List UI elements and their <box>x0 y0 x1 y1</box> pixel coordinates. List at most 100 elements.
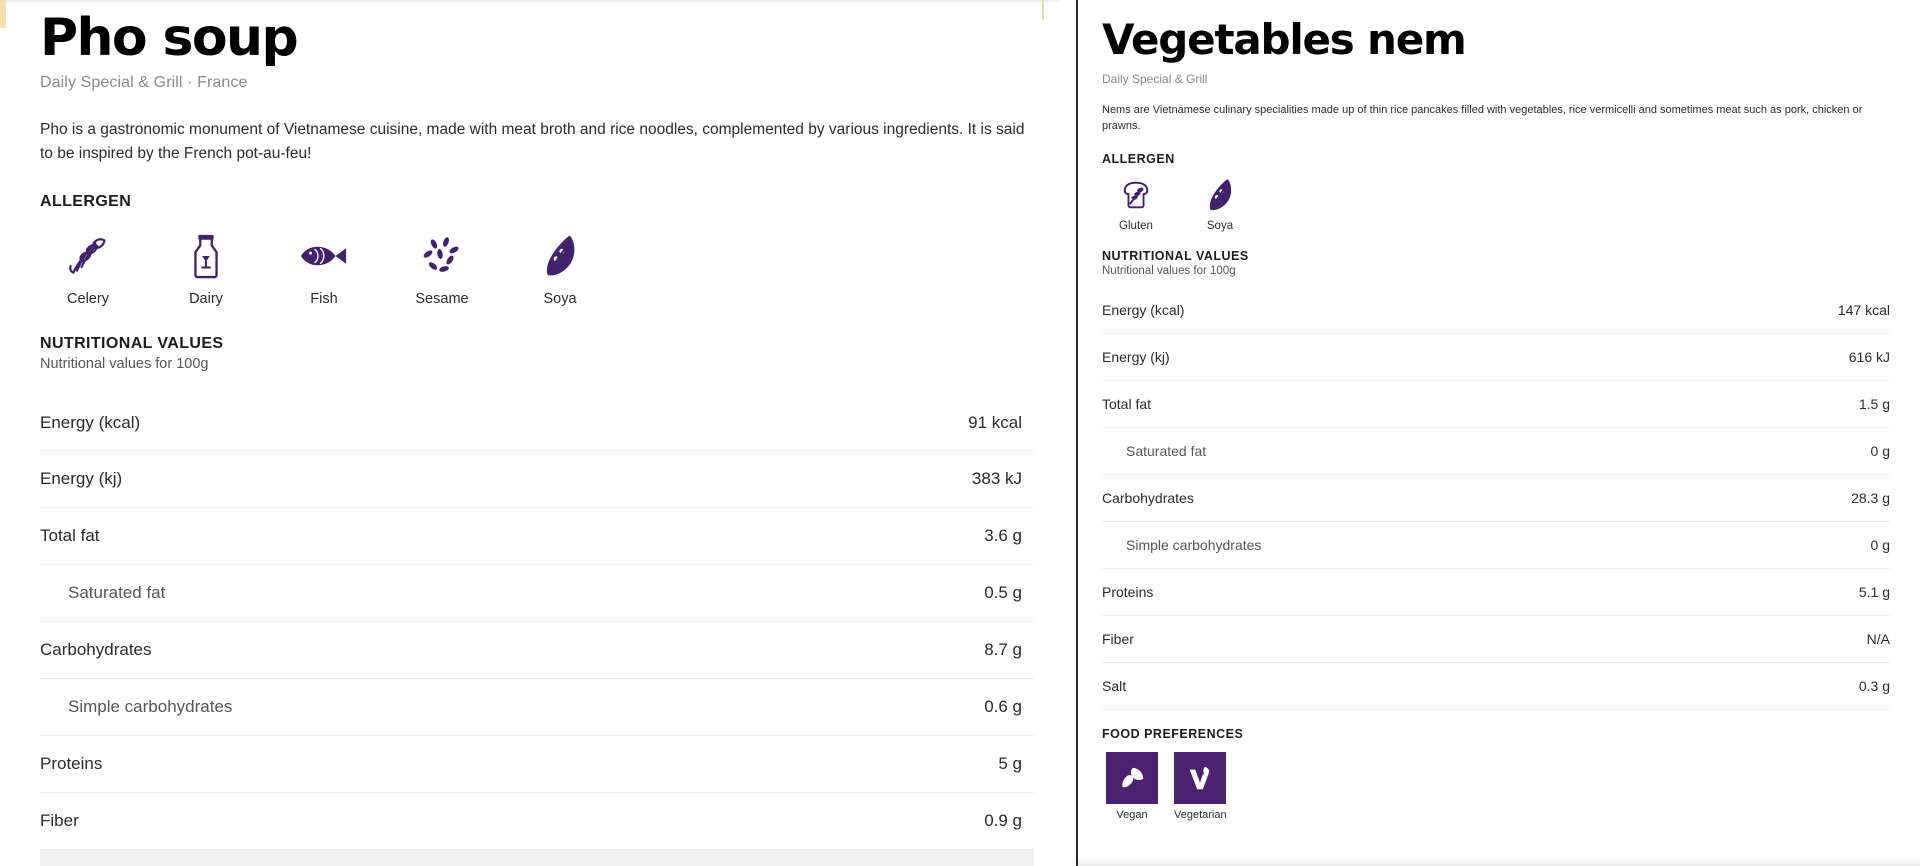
allergen-item-fish[interactable]: Fish <box>288 233 360 307</box>
allergen-label: Fish <box>310 291 338 308</box>
celery-icon <box>62 233 114 279</box>
allergen-item-dairy[interactable]: Dairy <box>170 233 242 307</box>
allergen-item-gluten[interactable]: Gluten <box>1108 176 1164 232</box>
bottom-fade <box>1078 856 1920 866</box>
dairy-bottle-icon <box>180 233 232 279</box>
table-row: Fiber N/A <box>1102 616 1890 663</box>
nutrient-label: Carbohydrates <box>1102 489 1194 506</box>
table-row: Total fat 3.6 g <box>40 508 1034 566</box>
nutrient-value: 616 kJ <box>1848 348 1890 365</box>
nutrition-heading: NUTRITIONAL VALUES <box>40 335 224 353</box>
restaurant-subtitle-secondary: Daily Special & Grill <box>1102 71 1208 86</box>
allergen-item-soya-secondary[interactable]: Soya <box>1192 176 1248 232</box>
nutrient-label: Simple carbohydrates <box>68 697 233 717</box>
nutrient-value: 0.5 g <box>984 583 1022 603</box>
nutrient-value: 0.6 g <box>984 697 1022 717</box>
table-row: Energy (kj) 383 kJ <box>40 451 1034 509</box>
allergen-list: Celery Dairy Fish Sesame Soya <box>40 233 1034 307</box>
page-title-secondary: Vegetables nem <box>1102 15 1467 64</box>
panel-gutter <box>1060 0 1076 866</box>
table-row: Simple carbohydrates 0 g <box>1102 522 1890 569</box>
nutrient-label: Energy (kcal) <box>40 412 141 432</box>
table-row: Carbohydrates 28.3 g <box>1102 475 1890 522</box>
table-row: Energy (kj) 616 kJ <box>1102 334 1890 381</box>
nutrient-label: Proteins <box>40 754 103 774</box>
soya-bean-icon <box>1200 176 1240 214</box>
allergen-item-sesame[interactable]: Sesame <box>406 233 478 307</box>
table-row: Proteins 5.1 g <box>1102 569 1890 616</box>
soya-bean-icon <box>534 233 586 279</box>
preference-item-vegetarian[interactable]: Vegetarian <box>1174 751 1227 821</box>
preference-label: Vegan <box>1116 808 1148 821</box>
nutrient-value: 5 g <box>998 754 1022 774</box>
fish-icon <box>298 233 350 279</box>
table-row-highlighted: Salt 0.4 g <box>40 850 1034 866</box>
nutrient-label: Saturated fat <box>1126 442 1207 459</box>
preference-item-vegan[interactable]: Vegan <box>1106 751 1158 821</box>
table-row: Saturated fat 0 g <box>1102 428 1890 475</box>
nutrient-value: 3.6 g <box>984 526 1022 546</box>
vegan-leaves-icon <box>1106 751 1158 804</box>
nutrition-subheading: Nutritional values for 100g <box>40 356 209 373</box>
nutrition-table-secondary: Energy (kcal) 147 kcal Energy (kj) 616 k… <box>1102 287 1890 710</box>
nutrition-table: Energy (kcal) 91 kcal Energy (kj) 383 kJ… <box>40 394 1034 866</box>
allergen-label: Sesame <box>415 291 469 308</box>
allergen-heading: ALLERGEN <box>40 193 132 211</box>
nutrient-value: N/A <box>1866 630 1890 647</box>
table-row: Total fat 1.5 g <box>1102 381 1890 428</box>
dish-panel-left: Pho soup Daily Special & Grill · France … <box>0 0 1060 866</box>
nutrient-label: Fiber <box>1102 630 1134 647</box>
nutrition-subheading-secondary: Nutritional values for 100g <box>1102 264 1236 277</box>
food-preferences-list: Vegan Vegetarian <box>1102 751 1890 821</box>
table-row: Energy (kcal) 91 kcal <box>40 394 1034 452</box>
allergen-list-secondary: Gluten Soya <box>1102 176 1890 232</box>
nutrient-value: 28.3 g <box>1851 489 1890 506</box>
table-row: Fiber 0.9 g <box>40 793 1034 851</box>
table-row: Energy (kcal) 147 kcal <box>1102 287 1890 334</box>
nutrient-label: Total fat <box>40 526 100 546</box>
table-row: Carbohydrates 8.7 g <box>40 622 1034 680</box>
allergen-label: Soya <box>1206 219 1234 232</box>
table-row: Proteins 5 g <box>40 736 1034 794</box>
nutrient-label: Carbohydrates <box>40 640 152 660</box>
vegetarian-v-icon <box>1174 751 1227 804</box>
left-accent-tab <box>0 0 6 28</box>
dual-dish-nutrition-screen: Pho soup Daily Special & Grill · France … <box>0 0 1920 866</box>
nutrient-value: 383 kJ <box>971 469 1022 489</box>
nutrient-value: 91 kcal <box>968 412 1022 432</box>
nutrient-label: Total fat <box>1102 395 1152 412</box>
table-row: Simple carbohydrates 0.6 g <box>40 679 1034 737</box>
allergen-label: Celery <box>67 291 109 308</box>
allergen-label: Soya <box>543 291 577 308</box>
page-title: Pho soup <box>40 8 299 68</box>
dish-panel-right: Vegetables nem Daily Special & Grill Nem… <box>1078 0 1920 866</box>
allergen-heading-secondary: ALLERGEN <box>1102 151 1175 166</box>
table-row: Saturated fat 0.5 g <box>40 565 1034 623</box>
nutrient-label: Saturated fat <box>68 583 166 603</box>
allergen-label: Gluten <box>1119 219 1153 232</box>
nutrient-value: 0 g <box>1870 442 1890 459</box>
nutrient-label: Energy (kj) <box>1102 348 1170 365</box>
nutrient-value: 0.3 g <box>1858 677 1890 694</box>
left-panel-edge-marker <box>1042 0 1044 20</box>
allergen-item-soya[interactable]: Soya <box>524 233 596 307</box>
nutrient-label: Fiber <box>40 811 79 831</box>
food-preferences-heading: FOOD PREFERENCES <box>1102 726 1244 741</box>
left-top-divider <box>6 0 1060 2</box>
dish-description-secondary: Nems are Vietnamese culinary specialitie… <box>1102 103 1863 133</box>
preference-label: Vegetarian <box>1174 808 1227 821</box>
nutrient-value: 1.5 g <box>1858 395 1890 412</box>
table-row: Salt 0.3 g <box>1102 663 1890 710</box>
dish-description: Pho is a gastronomic monument of Vietnam… <box>40 121 1025 162</box>
nutrient-value: 8.7 g <box>984 640 1022 660</box>
nutrition-heading-secondary: NUTRITIONAL VALUES <box>1102 248 1249 263</box>
sesame-seeds-icon <box>416 233 468 279</box>
allergen-label: Dairy <box>189 291 223 308</box>
gluten-bread-icon <box>1116 176 1156 214</box>
nutrient-label: Simple carbohydrates <box>1126 536 1262 553</box>
nutrient-value: 0.9 g <box>984 811 1022 831</box>
allergen-item-celery[interactable]: Celery <box>52 233 124 307</box>
nutrient-label: Salt <box>1102 677 1127 694</box>
nutrient-value: 0 g <box>1870 536 1890 553</box>
nutrient-label: Energy (kj) <box>40 469 123 489</box>
